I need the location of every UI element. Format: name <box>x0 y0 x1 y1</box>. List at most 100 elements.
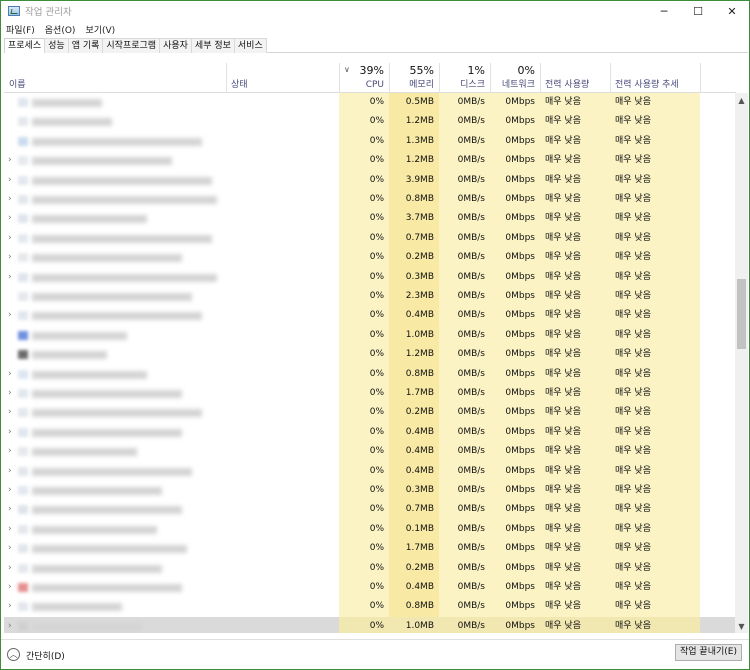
chevron-right-icon[interactable]: › <box>8 384 12 403</box>
chevron-right-icon[interactable]: › <box>8 268 12 287</box>
scroll-thumb[interactable] <box>737 279 746 349</box>
table-row[interactable]: 0% 2.3MB 0MB/s 0Mbps 매우 낮음 매우 낮음 <box>4 287 736 307</box>
tab-services[interactable]: 서비스 <box>233 38 267 53</box>
chevron-right-icon[interactable]: › <box>8 539 12 558</box>
maximize-button[interactable]: ☐ <box>681 1 715 21</box>
tab-startup[interactable]: 시작프로그램 <box>102 38 161 53</box>
table-row[interactable]: › 0% 0.3MB 0MB/s 0Mbps 매우 낮음 매우 낮음 <box>4 267 736 287</box>
column-cpu[interactable]: ∨ 39% CPU <box>339 63 389 93</box>
scroll-up-icon[interactable]: ▲ <box>735 93 748 107</box>
close-button[interactable]: ✕ <box>715 1 749 21</box>
table-row[interactable]: › 0% 3.7MB 0MB/s 0Mbps 매우 낮음 매우 낮음 <box>4 209 736 229</box>
chevron-right-icon[interactable]: › <box>8 306 12 325</box>
scroll-down-icon[interactable]: ▼ <box>735 619 748 633</box>
process-name-redacted <box>32 118 112 127</box>
chevron-right-icon[interactable]: › <box>8 209 12 228</box>
cell-power: 매우 낮음 <box>540 481 610 501</box>
table-row[interactable]: › 0% 0.4MB 0MB/s 0Mbps 매우 낮음 매우 낮음 <box>4 578 736 598</box>
table-row[interactable]: › 0% 0.8MB 0MB/s 0Mbps 매우 낮음 매우 낮음 <box>4 190 736 210</box>
chevron-right-icon[interactable]: › <box>8 171 12 190</box>
chevron-right-icon[interactable]: › <box>8 442 12 461</box>
table-row[interactable]: › 0% 0.3MB 0MB/s 0Mbps 매우 낮음 매우 낮음 <box>4 481 736 501</box>
table-row[interactable]: 0% 1.3MB 0MB/s 0Mbps 매우 낮음 매우 낮음 <box>4 131 736 152</box>
column-network[interactable]: 0% 네트워크 <box>490 63 540 93</box>
process-icon <box>18 195 28 204</box>
chevron-right-icon[interactable]: › <box>8 462 12 481</box>
cell-cpu: 0% <box>339 325 389 346</box>
table-row[interactable]: › 0% 0.8MB 0MB/s 0Mbps 매우 낮음 매우 낮음 <box>4 597 736 617</box>
chevron-right-icon[interactable]: › <box>8 481 12 500</box>
table-row[interactable]: › 0% 1.2MB 0MB/s 0Mbps 매우 낮음 매우 낮음 <box>4 151 736 171</box>
chevron-right-icon[interactable]: › <box>8 365 12 384</box>
chevron-right-icon[interactable]: › <box>8 617 12 633</box>
chevron-right-icon[interactable]: › <box>8 229 12 248</box>
chevron-right-icon[interactable]: › <box>8 190 12 209</box>
cell-power: 매우 낮음 <box>540 228 610 249</box>
table-row[interactable]: › 0% 0.2MB 0MB/s 0Mbps 매우 낮음 매우 낮음 <box>4 248 736 268</box>
table-row[interactable]: › 0% 0.1MB 0MB/s 0Mbps 매우 낮음 매우 낮음 <box>4 519 736 540</box>
cell-memory: 1.3MB <box>389 131 439 152</box>
chevron-right-icon[interactable]: › <box>8 403 12 422</box>
table-row[interactable]: › 0% 1.7MB 0MB/s 0Mbps 매우 낮음 매우 낮음 <box>4 384 736 404</box>
tab-processes[interactable]: 프로세스 <box>4 38 46 53</box>
chevron-right-icon[interactable]: › <box>8 597 12 616</box>
table-row[interactable]: › 0% 0.2MB 0MB/s 0Mbps 매우 낮음 매우 낮음 <box>4 403 736 423</box>
cell-cpu: 0% <box>339 190 389 210</box>
minimize-button[interactable]: ─ <box>647 1 681 21</box>
cell-power-trend: 매우 낮음 <box>610 287 700 307</box>
table-row[interactable]: 0% 1.2MB 0MB/s 0Mbps 매우 낮음 매우 낮음 <box>4 345 736 365</box>
table-row[interactable]: › 0% 0.7MB 0MB/s 0Mbps 매우 낮음 매우 낮음 <box>4 500 736 520</box>
chevron-right-icon[interactable]: › <box>8 423 12 442</box>
column-memory[interactable]: 55% 메모리 <box>389 63 439 93</box>
cell-network: 0Mbps <box>490 384 540 404</box>
table-row[interactable]: › 0% 0.4MB 0MB/s 0Mbps 매우 낮음 매우 낮음 <box>4 442 736 462</box>
cell-power: 매우 낮음 <box>540 325 610 346</box>
menu-options[interactable]: 옵션(O) <box>45 23 76 36</box>
menu-file[interactable]: 파일(F) <box>6 23 35 36</box>
table-row[interactable]: › 0% 3.9MB 0MB/s 0Mbps 매우 낮음 매우 낮음 <box>4 170 736 190</box>
cell-power-trend: 매우 낮음 <box>610 306 700 326</box>
chevron-right-icon[interactable]: › <box>8 520 12 539</box>
table-row[interactable]: 0% 0.5MB 0MB/s 0Mbps 매우 낮음 매우 낮음 <box>4 93 736 113</box>
column-power-trend[interactable]: 전력 사용량 추세 <box>610 63 700 93</box>
table-row[interactable]: › 0% 0.4MB 0MB/s 0Mbps 매우 낮음 매우 낮음 <box>4 422 736 443</box>
table-row[interactable]: › 0% 1.7MB 0MB/s 0Mbps 매우 낮음 매우 낮음 <box>4 539 736 559</box>
cell-power: 매우 낮음 <box>540 384 610 404</box>
table-row[interactable]: › 0% 0.8MB 0MB/s 0Mbps 매우 낮음 매우 낮음 <box>4 364 736 384</box>
cell-disk: 0MB/s <box>439 170 490 190</box>
end-task-button[interactable]: 작업 끝내기(E) <box>675 644 742 661</box>
menu-view[interactable]: 보기(V) <box>85 23 115 36</box>
table-row[interactable]: › 0% 0.2MB 0MB/s 0Mbps 매우 낮음 매우 낮음 <box>4 558 736 578</box>
tab-app-history[interactable]: 앱 기록 <box>67 38 104 53</box>
table-row[interactable]: › 0% 0.4MB 0MB/s 0Mbps 매우 낮음 매우 낮음 <box>4 461 736 481</box>
sort-desc-icon: ∨ <box>344 65 350 74</box>
tab-performance[interactable]: 성능 <box>44 38 69 53</box>
chevron-right-icon[interactable]: › <box>8 500 12 519</box>
column-name[interactable]: 이름 <box>4 63 226 93</box>
tab-details[interactable]: 세부 정보 <box>190 38 235 53</box>
chevron-right-icon[interactable]: › <box>8 578 12 597</box>
process-name-redacted <box>32 409 202 418</box>
title-bar[interactable]: 작업 관리자 ─ ☐ ✕ <box>1 1 749 21</box>
cell-disk: 0MB/s <box>439 616 490 633</box>
chevron-up-icon[interactable]: ︿ <box>7 648 20 661</box>
vertical-scrollbar[interactable]: ▲ ▼ <box>735 93 748 633</box>
cell-cpu: 0% <box>339 248 389 268</box>
cell-cpu: 0% <box>339 578 389 598</box>
chevron-right-icon[interactable]: › <box>8 248 12 267</box>
chevron-right-icon[interactable]: › <box>8 559 12 578</box>
column-disk[interactable]: 1% 디스크 <box>439 63 490 93</box>
column-power[interactable]: 전력 사용량 <box>540 63 610 93</box>
chevron-right-icon[interactable]: › <box>8 151 12 170</box>
process-list: 0% 0.5MB 0MB/s 0Mbps 매우 낮음 매우 낮음 0% 1.2MB 0MB/s 0… <box>4 93 736 633</box>
fewer-details-link[interactable]: 간단히(D) <box>26 649 65 662</box>
table-row[interactable]: 0% 1.0MB 0MB/s 0Mbps 매우 낮음 매우 낮음 <box>4 325 736 346</box>
cell-disk: 0MB/s <box>439 442 490 462</box>
table-row[interactable]: › 0% 0.7MB 0MB/s 0Mbps 매우 낮음 매우 낮음 <box>4 228 736 249</box>
column-status[interactable]: 상태 <box>226 63 339 93</box>
tab-users[interactable]: 사용자 <box>159 38 192 53</box>
table-row[interactable]: › 0% 1.0MB 0MB/s 0Mbps 매우 낮음 매우 낮음 <box>4 616 736 633</box>
table-row[interactable]: 0% 1.2MB 0MB/s 0Mbps 매우 낮음 매우 낮음 <box>4 112 736 132</box>
cell-power-trend: 매우 낮음 <box>610 519 700 540</box>
table-row[interactable]: › 0% 0.4MB 0MB/s 0Mbps 매우 낮음 매우 낮음 <box>4 306 736 326</box>
